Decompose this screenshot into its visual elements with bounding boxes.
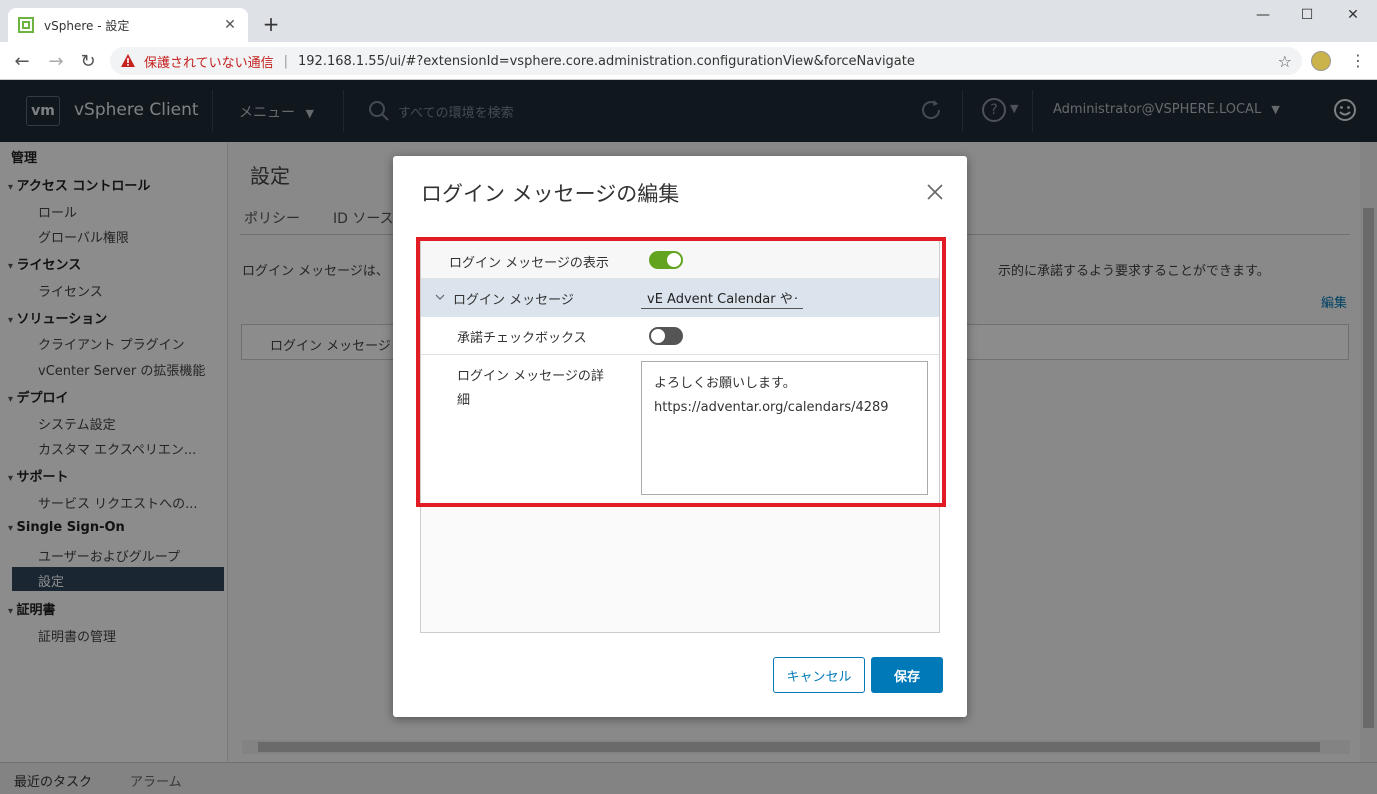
detail-label-line1: ログイン メッセージの詳	[457, 369, 604, 384]
login-message-form: ログイン メッセージの表示 ログイン メッセージ 承諾チェックボックス ログイン…	[420, 240, 940, 633]
consent-label: 承諾チェックボックス	[457, 331, 587, 346]
browser-tab-bar: vSphere - 設定 ✕ + — ☐ ✕	[0, 0, 1377, 42]
omnibox[interactable]: 保護されていない通信 | 192.168.1.55/ui/#?extension…	[110, 47, 1302, 75]
login-message-input[interactable]	[641, 287, 803, 309]
chevron-down-icon[interactable]	[435, 292, 445, 302]
window-close-icon[interactable]: ✕	[1330, 0, 1376, 30]
tab-title: vSphere - 設定	[44, 18, 130, 33]
close-icon[interactable]	[925, 182, 945, 202]
login-message-label: ログイン メッセージ	[453, 293, 574, 308]
consent-toggle[interactable]	[649, 327, 683, 345]
edit-login-message-dialog: ログイン メッセージの編集 ログイン メッセージの表示 ログイン メッセージ 承…	[393, 156, 967, 717]
detail-text-line1: よろしくお願いします。	[654, 376, 796, 391]
minimize-icon[interactable]: —	[1240, 0, 1286, 30]
url-text[interactable]: 192.168.1.55/ui/#?extensionId=vsphere.co…	[298, 54, 915, 69]
browser-tab[interactable]: vSphere - 設定 ✕	[8, 8, 248, 42]
insecure-label: 保護されていない通信	[144, 55, 274, 71]
dialog-title: ログイン メッセージの編集	[421, 182, 680, 206]
detail-text-line2: https://adventar.org/calendars/4289	[654, 400, 889, 415]
bookmark-star-icon[interactable]: ☆	[1278, 52, 1292, 71]
browser-menu-icon[interactable]: ⋮	[1350, 51, 1366, 70]
save-button[interactable]: 保存	[871, 657, 943, 693]
cancel-button[interactable]: キャンセル	[773, 657, 865, 693]
detail-label-line2: 細	[457, 393, 471, 408]
toggle-knob	[667, 253, 681, 267]
consent-row: 承諾チェックボックス	[421, 317, 939, 355]
new-tab-button[interactable]: +	[260, 14, 282, 34]
back-icon[interactable]: ←	[12, 51, 32, 72]
maximize-icon[interactable]: ☐	[1284, 0, 1330, 30]
show-message-toggle[interactable]	[649, 251, 683, 269]
forward-icon[interactable]: →	[46, 51, 66, 72]
omnibox-separator: |	[283, 53, 289, 69]
toggle-knob	[651, 329, 665, 343]
show-message-row: ログイン メッセージの表示	[421, 241, 939, 279]
vsphere-favicon-icon	[18, 17, 34, 33]
warning-icon	[121, 54, 135, 67]
show-message-label: ログイン メッセージの表示	[449, 256, 609, 271]
login-message-row: ログイン メッセージ	[421, 279, 939, 317]
profile-avatar[interactable]	[1311, 51, 1331, 71]
detail-row: ログイン メッセージの詳 細 よろしくお願いします。 https://adven…	[421, 355, 939, 501]
address-bar: ← → ↻ 保護されていない通信 | 192.168.1.55/ui/#?ext…	[0, 42, 1377, 80]
login-message-detail-textarea[interactable]: よろしくお願いします。 https://adventar.org/calenda…	[641, 361, 928, 495]
tab-close-icon[interactable]: ✕	[222, 17, 238, 33]
detail-label: ログイン メッセージの詳 細	[457, 365, 604, 413]
reload-icon[interactable]: ↻	[78, 51, 98, 72]
